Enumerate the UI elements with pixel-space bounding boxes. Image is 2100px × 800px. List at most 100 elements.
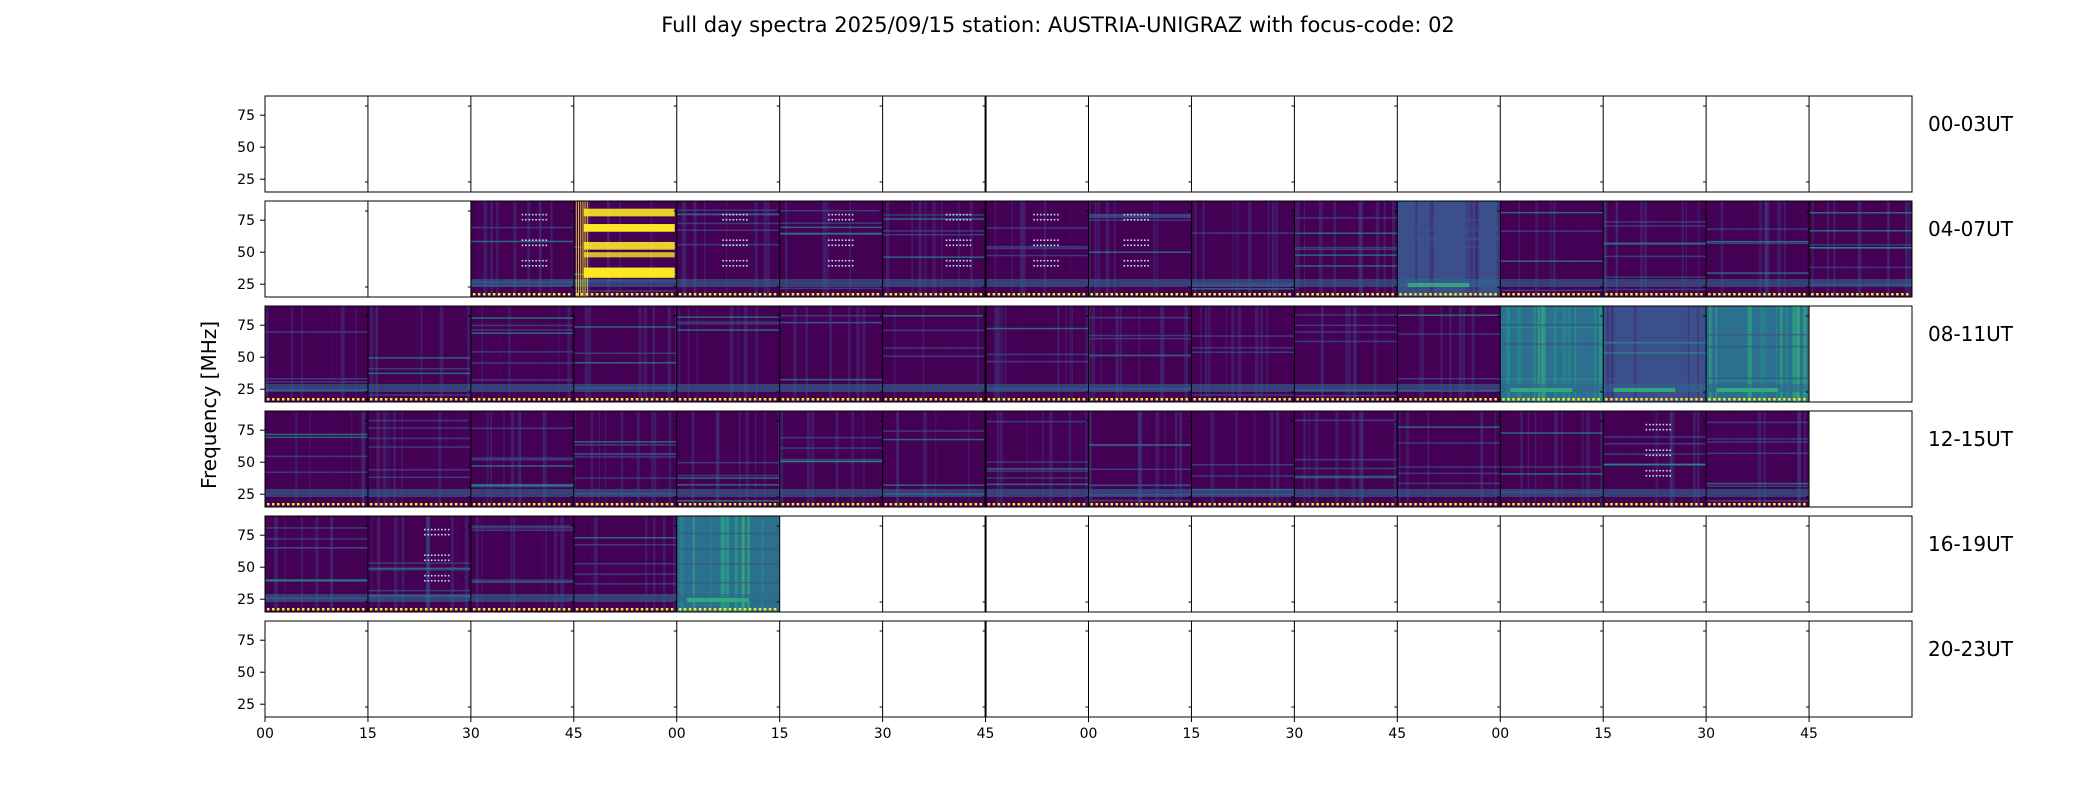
low-band — [1706, 489, 1810, 497]
y-tick-label: 25 — [237, 382, 255, 398]
baseline-dot — [1273, 293, 1276, 296]
baseline-dot — [1605, 398, 1608, 401]
signal-dot — [838, 265, 840, 267]
signal-dot — [531, 239, 534, 241]
low-band — [1809, 279, 1912, 287]
baseline-dot — [600, 398, 604, 401]
baseline-dot — [1597, 398, 1600, 401]
low-band — [1706, 279, 1810, 287]
baseline-dot — [1062, 398, 1066, 401]
signal-dot — [531, 244, 534, 247]
baseline-dot — [1610, 398, 1613, 401]
interference-line — [470, 457, 574, 459]
interference-line — [1294, 331, 1398, 333]
signal-dot — [735, 218, 738, 221]
interference-line — [779, 232, 883, 235]
interference-line — [1294, 476, 1398, 479]
baseline-dot — [482, 293, 486, 296]
baseline-dot — [1522, 398, 1525, 401]
baseline-dot — [1625, 503, 1628, 506]
interference-line — [573, 453, 677, 456]
baseline-dot — [1341, 398, 1344, 401]
x-tick-label: 15 — [771, 726, 789, 742]
signal-dot — [1057, 213, 1059, 216]
interference-line — [1088, 251, 1192, 253]
interference-line — [470, 527, 574, 529]
interference-line — [882, 484, 986, 486]
signal-dot — [1144, 213, 1146, 216]
baseline-dot — [718, 293, 722, 296]
baseline-dot — [1077, 398, 1081, 401]
low-band — [985, 279, 1089, 287]
signal-dot — [962, 218, 965, 221]
baseline-dot — [487, 608, 491, 611]
baseline-dot — [1429, 503, 1432, 506]
signal-dot — [969, 239, 972, 241]
baseline-dot — [424, 398, 428, 401]
interference-line — [1294, 217, 1398, 219]
baseline-dot — [1135, 503, 1138, 506]
baseline-dot — [1356, 398, 1359, 401]
baseline-dot — [1708, 503, 1711, 506]
baseline-dot — [1861, 293, 1864, 296]
baseline-dot — [871, 398, 875, 401]
baseline-dot — [590, 293, 594, 296]
baseline-dot — [904, 293, 908, 296]
signal-dot — [1040, 244, 1042, 247]
interference-line — [1500, 343, 1604, 345]
baseline-dot — [459, 398, 463, 401]
signal-dot — [545, 218, 548, 221]
interference-line — [1603, 255, 1707, 258]
baseline-dot — [1361, 503, 1364, 506]
baseline-dot — [924, 398, 928, 401]
interference-line — [985, 420, 1089, 423]
baseline-dot — [527, 608, 531, 611]
baseline-dot — [477, 608, 481, 611]
baseline-dot — [1346, 293, 1349, 296]
interference-line — [1191, 335, 1295, 337]
signal-dot — [959, 265, 961, 267]
signal-dot — [945, 213, 948, 216]
baseline-dot — [1572, 398, 1575, 401]
baseline-dot — [1193, 293, 1196, 296]
baseline-dot — [615, 293, 619, 296]
interference-line — [1706, 485, 1810, 487]
baseline-dot — [282, 398, 285, 401]
signal-dot — [430, 559, 433, 562]
signal-dot — [1137, 265, 1139, 267]
baseline-dot — [806, 398, 810, 401]
baseline-dot — [748, 293, 752, 296]
signal-dot — [1130, 244, 1132, 247]
baseline-dot — [369, 608, 373, 611]
baseline-dot — [773, 398, 777, 401]
baseline-dot — [964, 503, 968, 506]
baseline-dot — [683, 398, 687, 401]
baseline-dot — [1288, 293, 1291, 296]
row-label: 08-11UT — [1928, 322, 2014, 346]
signal-dot — [729, 218, 731, 221]
baseline-dot — [924, 503, 928, 506]
baseline-dot — [688, 398, 692, 401]
baseline-dot — [507, 293, 511, 296]
low-band-peak — [1510, 388, 1573, 392]
baseline-dot — [1876, 293, 1879, 296]
baseline-dot — [1871, 293, 1874, 296]
baseline-dot — [1670, 398, 1673, 401]
interference-line — [882, 256, 986, 258]
interference-line — [1397, 378, 1501, 380]
interference-line — [573, 362, 677, 364]
baseline-dot — [1283, 503, 1286, 506]
interference-line — [1500, 289, 1604, 292]
baseline-dot — [1547, 503, 1550, 506]
interference-line — [676, 214, 780, 216]
baseline-dot — [899, 293, 903, 296]
signal-dot — [828, 218, 830, 221]
baseline-dot — [1027, 398, 1031, 401]
interference-line — [676, 563, 780, 565]
baseline-dot — [1758, 503, 1761, 506]
interference-line — [985, 470, 1089, 472]
signal-dot — [1133, 259, 1136, 262]
interference-line — [470, 379, 574, 381]
baseline-dot — [615, 608, 619, 611]
baseline-dot — [327, 503, 330, 506]
